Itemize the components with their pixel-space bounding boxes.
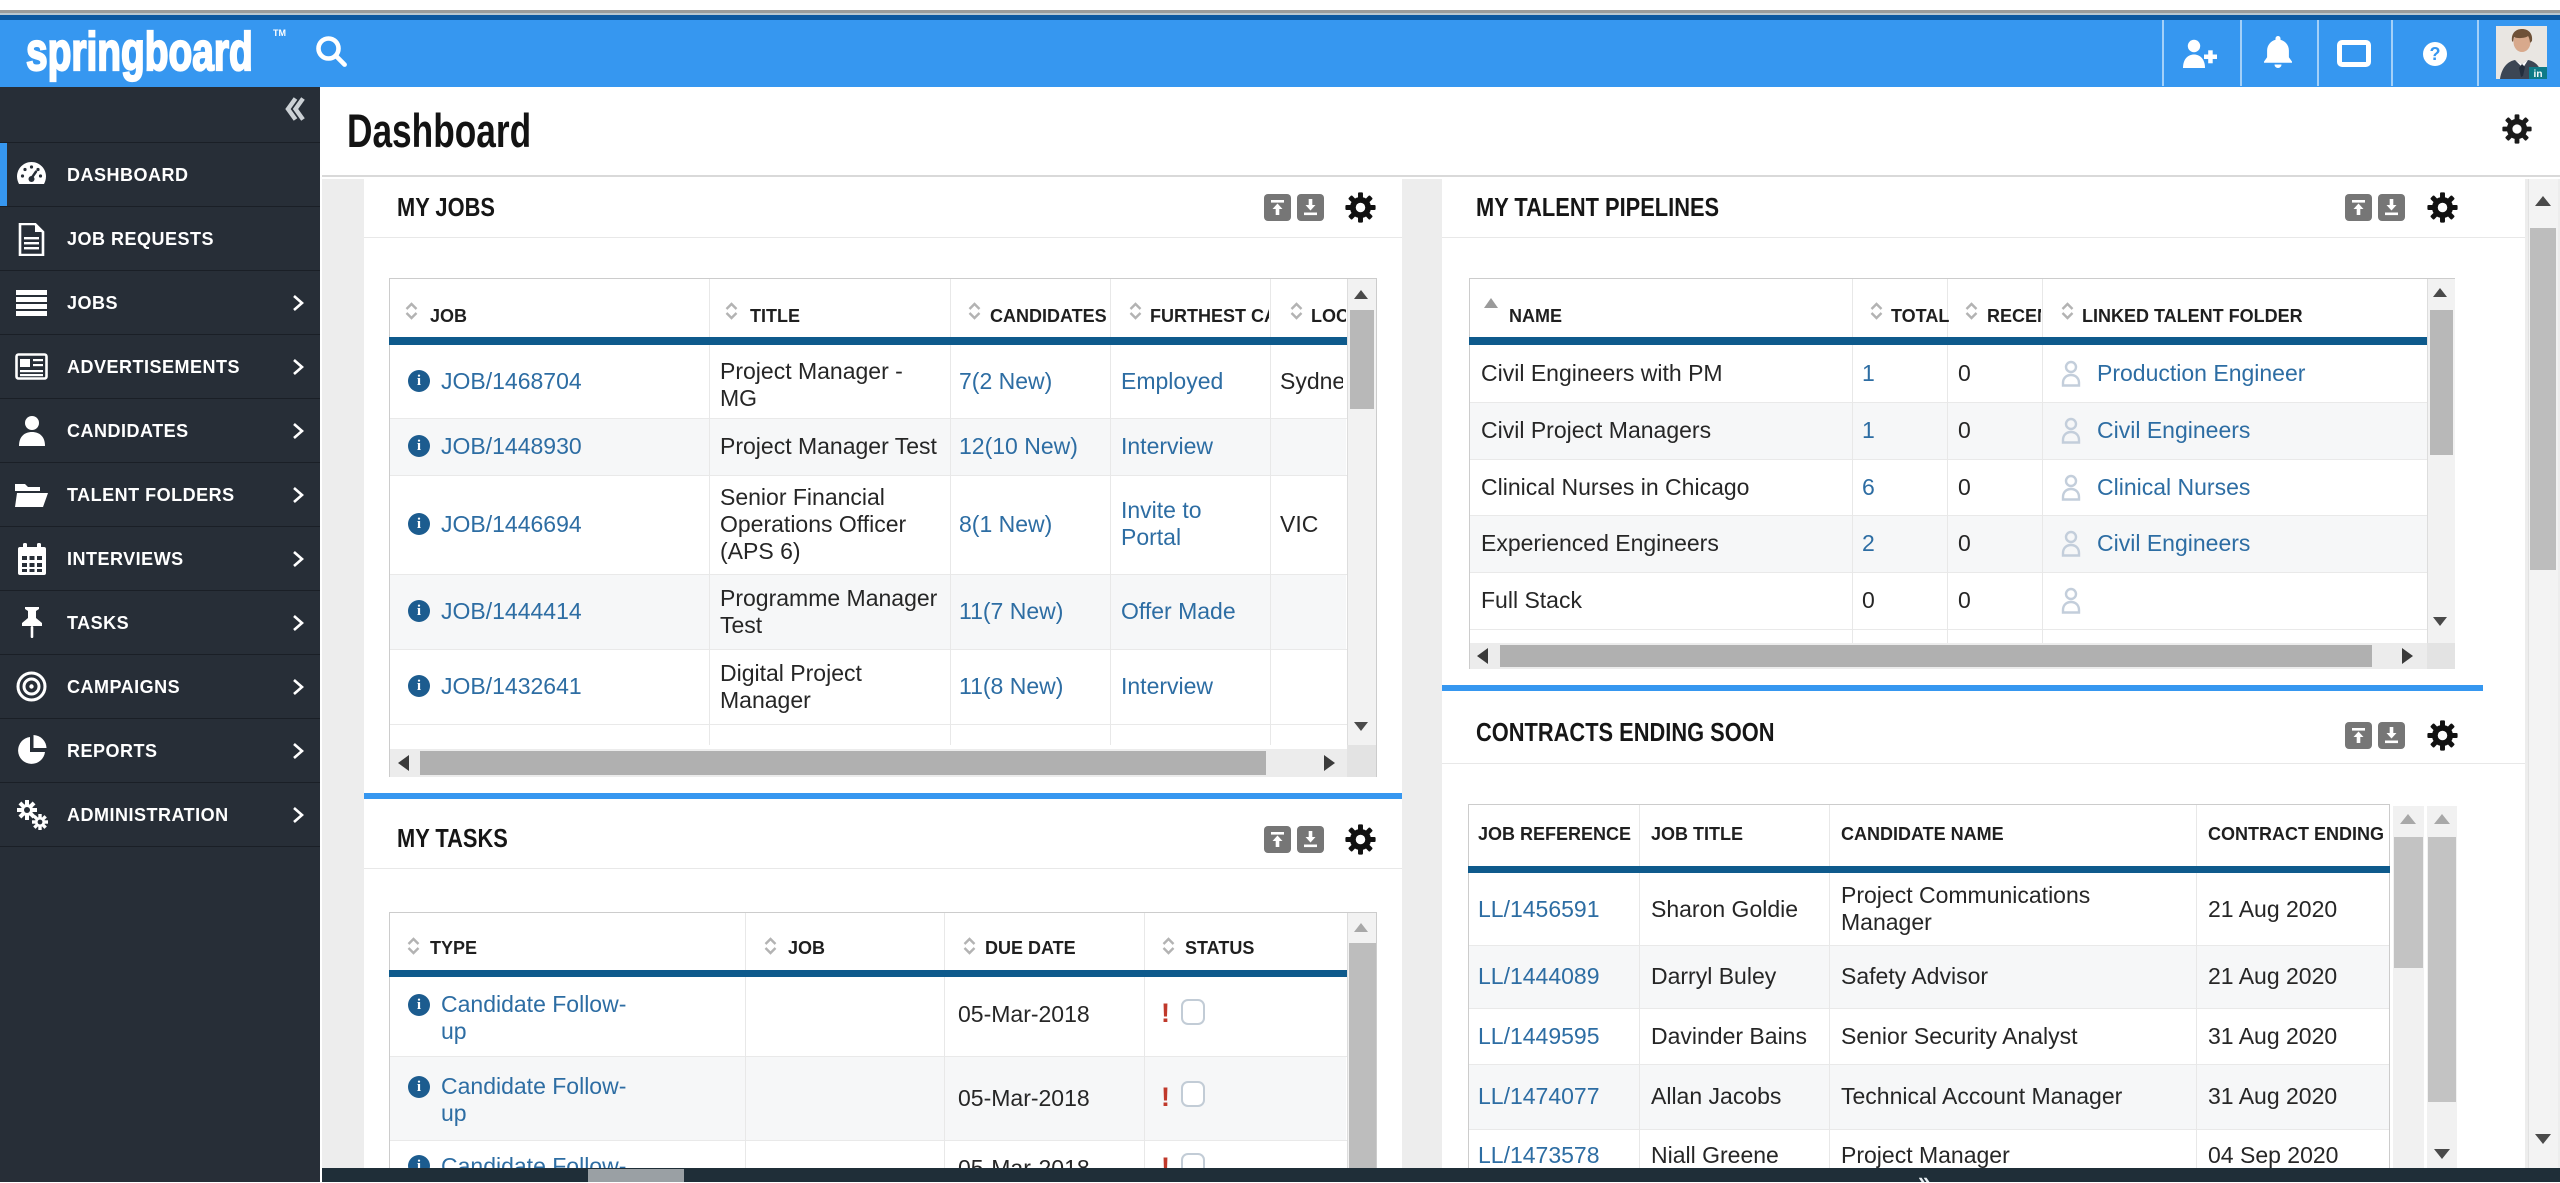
svg-text:in: in <box>2534 69 2543 79</box>
